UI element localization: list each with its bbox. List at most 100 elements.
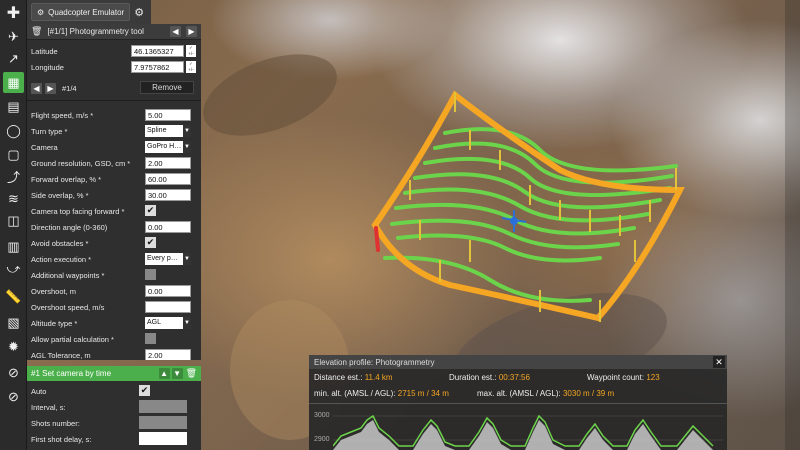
- additional-waypoints-label: Additional waypoints *: [31, 270, 105, 280]
- next-tool-button[interactable]: ▶: [186, 26, 197, 37]
- additional-waypoints-checkbox[interactable]: [145, 269, 156, 280]
- allow-partial-row: Allow partial calculation *: [31, 332, 198, 346]
- photogrammetry-icon[interactable]: ▦: [3, 72, 24, 93]
- waypoint-label: Waypoint count:: [587, 373, 645, 382]
- top-bar: ⚙ Quadcopter Emulator ⚙: [27, 0, 151, 24]
- action-down-button[interactable]: ▼: [171, 368, 183, 379]
- min-alt-label: min. alt. (AMSL / AGL):: [314, 389, 396, 398]
- overshoot-speed-input[interactable]: [145, 301, 191, 313]
- agl-tolerance-input[interactable]: 2.00: [145, 349, 191, 360]
- drone-icon: ⚙: [37, 7, 45, 17]
- shots-input[interactable]: [139, 416, 187, 429]
- interval-input[interactable]: [139, 400, 187, 413]
- trash-icon[interactable]: 🗑: [31, 26, 42, 37]
- prev-point-button[interactable]: ◀: [31, 82, 42, 94]
- gsd-input[interactable]: 2.00: [145, 157, 191, 169]
- axis-tick-3000: 3000: [314, 412, 330, 419]
- max-alt-stat: max. alt. (AMSL / AGL): 3030 m / 39 m: [477, 389, 614, 398]
- delay-input[interactable]: [139, 432, 187, 445]
- camera-select[interactable]: GoPro H… ▼: [145, 141, 191, 153]
- flight-speed-input[interactable]: 5.00: [145, 109, 191, 121]
- next-point-button[interactable]: ▶: [45, 82, 56, 94]
- circle-icon[interactable]: ◯: [3, 120, 24, 141]
- camera-top-forward-label: Camera top facing forward *: [31, 206, 125, 216]
- avoid-obstacles-checkbox[interactable]: ✔: [145, 237, 156, 248]
- max-alt-label: max. alt. (AMSL / AGL):: [477, 389, 561, 398]
- quadcopter-emulator-button[interactable]: ⚙ Quadcopter Emulator: [31, 3, 131, 21]
- side-overlap-input[interactable]: 30.00: [145, 189, 191, 201]
- duration-stat: Duration est.: 00:37:56: [449, 373, 530, 382]
- square-icon[interactable]: ▢: [3, 144, 24, 165]
- panel-header: 🗑 [#1/1] Photogrammetry tool ◀ ▶: [27, 24, 201, 40]
- action-trash-icon[interactable]: 🗑: [186, 368, 197, 379]
- altitude-type-value: AGL: [147, 319, 162, 326]
- route-icon[interactable]: ↗: [3, 48, 24, 69]
- auto-row: Auto: [31, 384, 198, 398]
- divider: [27, 100, 201, 101]
- distance-value: 11.4 km: [364, 373, 393, 382]
- takeoff-icon[interactable]: ⤴: [3, 166, 24, 187]
- action-panel: #1 Set camera by time ▲ ▼ 🗑 Auto ✔ Inter…: [27, 366, 201, 450]
- distance-label: Distance est.:: [314, 373, 363, 382]
- elevation-title-bar: Elevation profile: Photogrammetry ✕: [309, 355, 727, 369]
- forward-overlap-input[interactable]: 60.00: [145, 173, 191, 185]
- chevron-down-icon: ▼: [183, 141, 191, 153]
- allow-partial-checkbox[interactable]: [145, 333, 156, 344]
- distance-stat: Distance est.: 11.4 km: [314, 373, 393, 382]
- close-icon[interactable]: ✕: [713, 356, 725, 368]
- allow-partial-label: Allow partial calculation *: [31, 334, 114, 344]
- path-icon[interactable]: ⤻: [3, 258, 24, 279]
- latitude-tools-icon[interactable]: ✓ +/- ○: [186, 45, 196, 62]
- action-execution-value: Every p…: [147, 255, 178, 262]
- cancel-icon[interactable]: ⊘: [3, 362, 24, 383]
- route-start: [374, 226, 380, 252]
- camera-top-forward-checkbox[interactable]: ✔: [145, 205, 156, 216]
- longitude-tools-icon[interactable]: ✓ +/- ○: [186, 61, 196, 78]
- hatch-icon[interactable]: ▧: [3, 312, 24, 333]
- spiral-icon[interactable]: ◫: [3, 210, 24, 231]
- elevation-chart[interactable]: [333, 410, 723, 450]
- corridor-icon[interactable]: ≋: [3, 188, 24, 209]
- add-icon[interactable]: ✚: [3, 2, 24, 23]
- chevron-down-icon: ▼: [183, 317, 191, 329]
- auto-checkbox[interactable]: ✔: [139, 385, 150, 396]
- chevron-down-icon: ▼: [183, 125, 191, 137]
- duration-value: 00:37:56: [498, 373, 530, 382]
- panel-title: [#1/1] Photogrammetry tool: [47, 27, 144, 36]
- altitude-type-select[interactable]: AGL ▼: [145, 317, 191, 329]
- remove-button[interactable]: Remove: [140, 81, 194, 94]
- overshoot-input[interactable]: 0.00: [145, 285, 191, 297]
- divider: [309, 403, 727, 404]
- turn-type-select[interactable]: Spline ▼: [145, 125, 191, 137]
- action-up-button[interactable]: ▲: [158, 368, 170, 379]
- avoid-obstacles-label: Avoid obstacles *: [31, 238, 89, 248]
- prev-tool-button[interactable]: ◀: [170, 26, 181, 37]
- camera-top-forward-row: Camera top facing forward *: [31, 204, 198, 218]
- longitude-input[interactable]: 7.9757862: [131, 61, 184, 73]
- map-edge-strip: [785, 0, 800, 450]
- elevation-title: Elevation profile: Photogrammetry: [314, 357, 435, 367]
- auto-label: Auto: [31, 386, 47, 396]
- drone-marker: [501, 210, 527, 232]
- left-toolbar: ✚ ✈ ↗ ▦ ▤ ◯ ▢ ⤴ ≋ ◫ ▥ ⤻ 📏 ▧ ✹ ⊘ ⊘: [0, 0, 27, 450]
- photogrammetry-panel: 🗑 [#1/1] Photogrammetry tool ◀ ▶ Latitud…: [27, 24, 201, 360]
- latitude-input[interactable]: 46.1365327: [131, 45, 184, 57]
- chevron-down-icon: ▼: [183, 253, 191, 265]
- camera-value: GoPro H…: [147, 143, 182, 150]
- sun-icon[interactable]: ✹: [3, 336, 24, 357]
- direction-angle-input[interactable]: 0.00: [145, 221, 191, 233]
- facade-icon[interactable]: ▥: [3, 236, 24, 257]
- avoid-obstacles-row: Avoid obstacles *: [31, 236, 198, 250]
- emulator-label: Quadcopter Emulator: [48, 7, 125, 17]
- axis-tick-2900: 2900: [314, 436, 330, 443]
- waypoint-stat: Waypoint count: 123: [587, 373, 660, 382]
- cancel-all-icon[interactable]: ⊘: [3, 386, 24, 407]
- area-grid-icon[interactable]: ▤: [3, 96, 24, 117]
- airplane-icon[interactable]: ✈: [3, 26, 24, 47]
- ruler-icon[interactable]: 📏: [3, 286, 24, 307]
- elevation-profile-panel: Elevation profile: Photogrammetry ✕ Dist…: [309, 355, 727, 450]
- action-header: #1 Set camera by time ▲ ▼ 🗑: [27, 366, 201, 381]
- action-execution-select[interactable]: Every p… ▼: [145, 253, 191, 265]
- route-grid-line: [443, 127, 678, 173]
- settings-icon[interactable]: ⚙: [134, 6, 144, 19]
